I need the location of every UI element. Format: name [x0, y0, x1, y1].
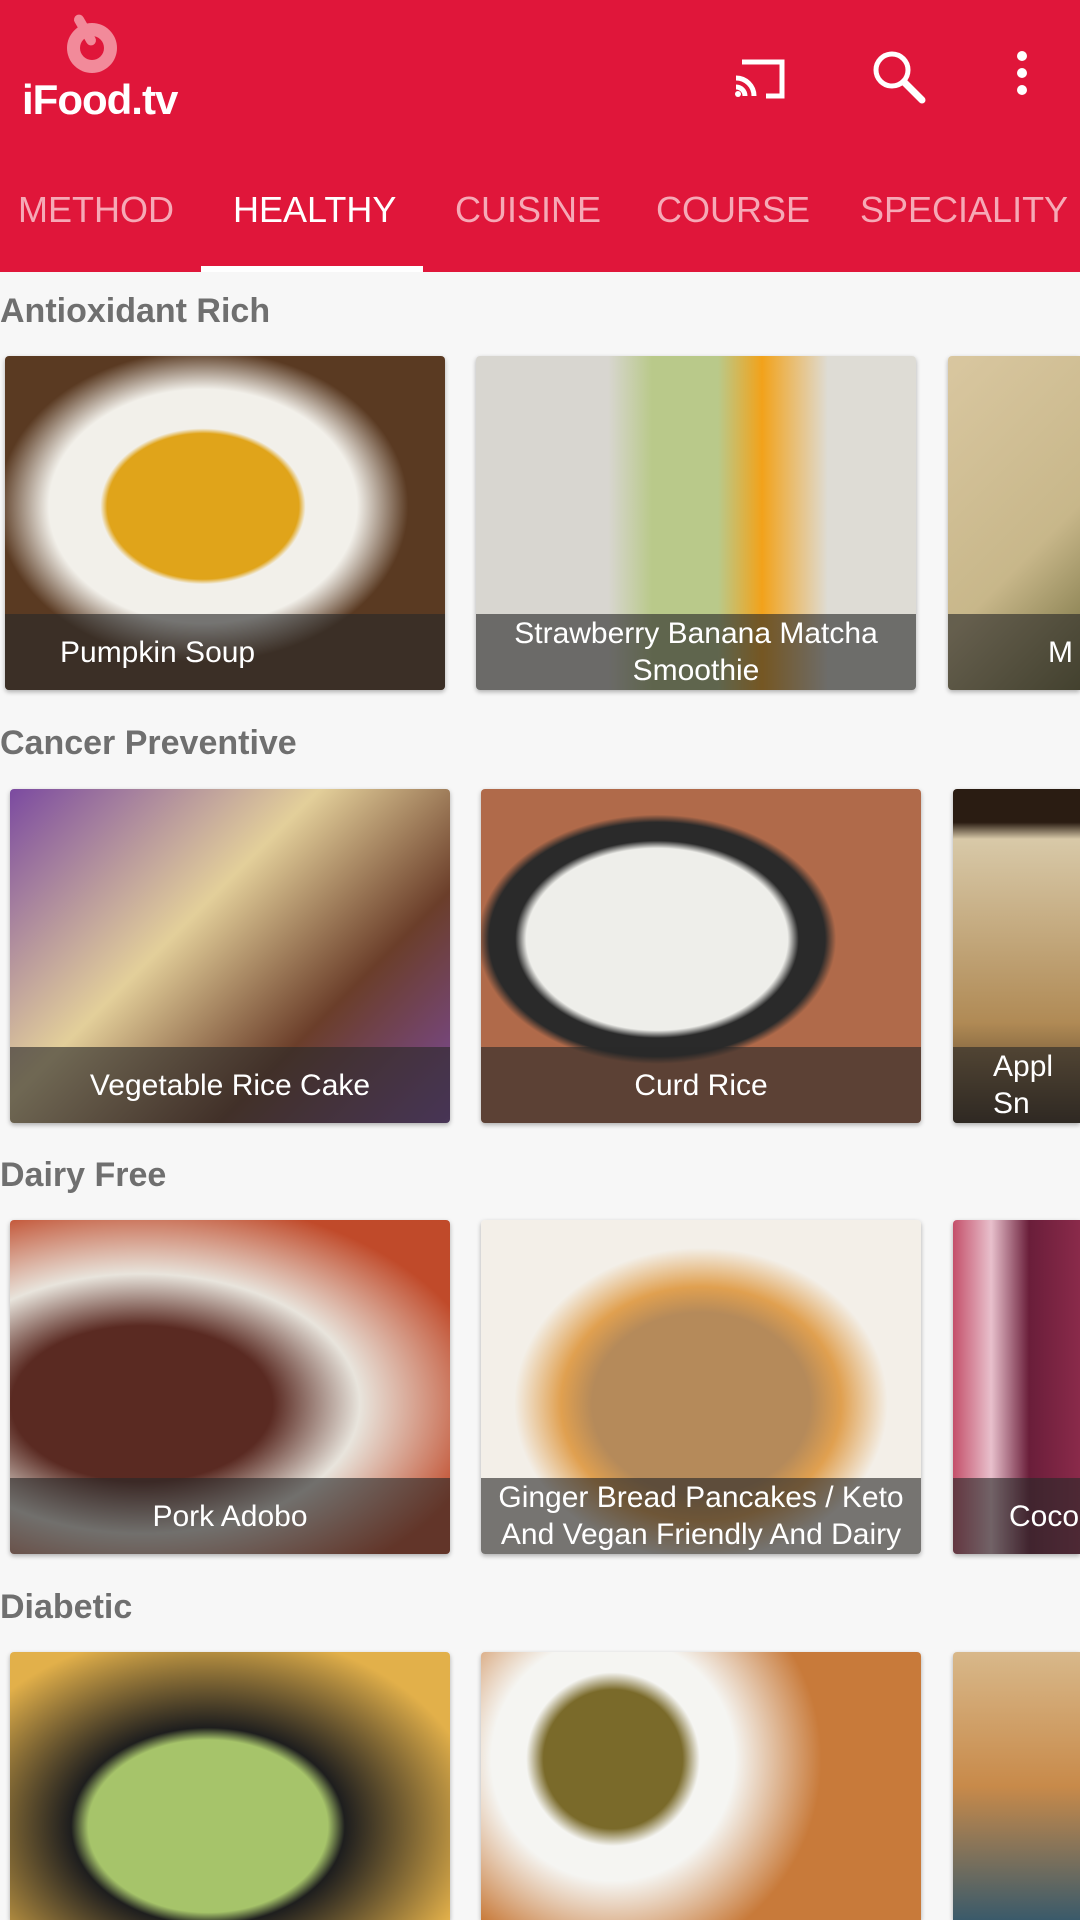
- tab-course[interactable]: COURSE: [656, 180, 810, 272]
- recipe-card[interactable]: Appl Sn: [953, 789, 1080, 1123]
- recipe-card[interactable]: [481, 1652, 921, 1920]
- recipe-card[interactable]: Pumpkin Soup: [5, 356, 445, 690]
- recipe-card[interactable]: Coco: [953, 1220, 1080, 1554]
- section-title: Antioxidant Rich: [0, 292, 271, 330]
- recipe-card[interactable]: [953, 1652, 1080, 1920]
- tab-method[interactable]: METHOD: [18, 180, 174, 272]
- logo-icon: [67, 14, 117, 73]
- tab-cuisine[interactable]: CUISINE: [455, 180, 601, 272]
- cast-icon[interactable]: [732, 48, 792, 108]
- recipe-card[interactable]: Pork Adobo: [10, 1220, 450, 1554]
- logo-text: iFood.tv: [22, 76, 178, 123]
- recipe-title: Vegetable Rice Cake: [10, 1047, 450, 1123]
- recipe-card[interactable]: Curd Rice: [481, 789, 921, 1123]
- recipe-card[interactable]: M: [948, 356, 1080, 690]
- section-title: Diabetic: [0, 1588, 133, 1626]
- recipe-title: Ginger Bread Pancakes / Keto And Vegan F…: [481, 1478, 921, 1554]
- recipe-title: Coco: [953, 1478, 1080, 1554]
- tab-healthy[interactable]: HEALTHY: [233, 180, 396, 272]
- search-icon[interactable]: [870, 48, 930, 108]
- section-title: Cancer Preventive: [0, 724, 297, 762]
- recipe-title: M: [948, 614, 1080, 690]
- active-tab-indicator: [201, 266, 423, 272]
- recipe-card[interactable]: Strawberry Banana Matcha Smoothie: [476, 356, 916, 690]
- recipe-card[interactable]: Vegetable Rice Cake: [10, 789, 450, 1123]
- recipe-card[interactable]: Ginger Bread Pancakes / Keto And Vegan F…: [481, 1220, 921, 1554]
- recipe-title: Appl Sn: [953, 1047, 1080, 1123]
- recipe-title: Curd Rice: [481, 1047, 921, 1123]
- recipe-title: Pumpkin Soup: [5, 614, 445, 690]
- recipe-card[interactable]: [10, 1652, 450, 1920]
- category-tabs: METHOD HEALTHY CUISINE COURSE SPECIALITY: [0, 180, 1080, 272]
- ifood-logo[interactable]: iFood.tv: [20, 8, 200, 128]
- more-vert-icon[interactable]: [992, 48, 1052, 108]
- app-bar: iFood.tv METHOD HEALTHY CUISINE COURSE S…: [0, 0, 1080, 272]
- tab-speciality[interactable]: SPECIALITY: [860, 180, 1068, 272]
- recipe-title: Pork Adobo: [10, 1478, 450, 1554]
- section-title: Dairy Free: [0, 1156, 167, 1194]
- recipe-title: Strawberry Banana Matcha Smoothie: [476, 614, 916, 690]
